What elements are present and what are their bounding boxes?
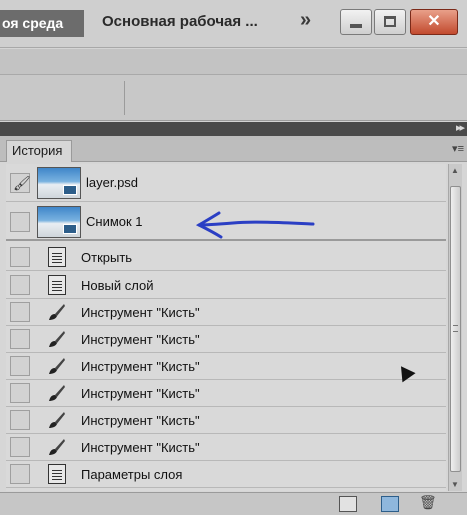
history-step-label: Инструмент "Кисть" [81,386,200,401]
history-source-checkbox[interactable] [10,383,30,403]
history-step-row[interactable]: Инструмент "Кисть" [6,326,446,353]
history-step-row[interactable]: Инструмент "Кисть" [6,353,446,380]
application-bar: оя среда Основная рабочая ... » ✕ [0,0,467,48]
snapshot-label: layer.psd [86,175,139,190]
workspace-title[interactable]: Основная рабочая ... [102,13,258,30]
history-source-checkbox[interactable] [10,212,30,232]
snapshot-thumbnail [37,167,81,199]
minimize-icon [350,24,362,28]
tab-history[interactable]: История [6,140,72,162]
history-source-checkbox[interactable] [10,247,30,267]
snapshot-thumbnail [37,206,81,238]
document-icon [48,275,66,295]
close-button[interactable]: ✕ [410,9,458,35]
scroll-up-icon[interactable]: ▲ [451,166,459,175]
panel-dock-header: ▸▸ [0,122,467,136]
history-step-label: Инструмент "Кисть" [81,413,200,428]
history-list: 🖌 layer.psd Снимок 1 Открыть Новый слой … [6,164,446,491]
history-source-checkbox[interactable] [10,464,30,484]
scroll-thumb[interactable] [450,186,461,472]
history-step-row[interactable]: Новый слой [6,272,446,299]
create-snapshot-icon[interactable] [381,496,399,512]
brush-icon [49,412,65,428]
brush-icon [49,358,65,374]
collapse-panels-icon[interactable]: ▸▸ [456,121,465,134]
history-step-row[interactable]: Инструмент "Кисть" [6,380,446,407]
options-bar [0,49,467,121]
document-icon [48,464,66,484]
history-scrollbar[interactable]: ▲ ▼ [448,164,462,491]
history-source-checkbox[interactable] [10,302,30,322]
history-source-checkbox[interactable] [10,437,30,457]
snapshot-label: Снимок 1 [86,214,143,229]
scroll-down-icon[interactable]: ▼ [451,480,459,489]
history-source-checkbox[interactable] [10,275,30,295]
brush-icon [49,331,65,347]
brush-icon [49,439,65,455]
overflow-chevron-icon[interactable]: » [300,9,311,32]
snapshot-row[interactable]: Снимок 1 [6,203,446,241]
maximize-icon [384,16,396,27]
history-step-label: Параметры слоя [81,467,183,482]
create-document-from-state-icon[interactable] [339,496,357,512]
brush-icon [49,385,65,401]
snapshot-row[interactable]: 🖌 layer.psd [6,164,446,202]
history-source-checkbox[interactable] [10,356,30,376]
minimize-button[interactable] [340,9,372,35]
options-divider [124,81,125,115]
history-step-row[interactable]: Открыть [6,244,446,271]
history-source-checkbox[interactable]: 🖌 [10,173,31,193]
history-panel: История ▾≡ 🖌 layer.psd Снимок 1 Открыть … [0,136,467,515]
history-step-label: Инструмент "Кисть" [81,440,200,455]
history-step-label: Инструмент "Кисть" [81,305,200,320]
history-step-row[interactable]: Инструмент "Кисть" [6,434,446,461]
trash-icon[interactable]: 🗑 [419,494,437,510]
maximize-button[interactable] [374,9,406,35]
history-step-row[interactable]: Инструмент "Кисть" [6,407,446,434]
panel-tab-row: История ▾≡ [0,136,467,162]
history-step-label: Инструмент "Кисть" [81,332,200,347]
history-source-checkbox[interactable] [10,329,30,349]
workspace-button[interactable]: оя среда [0,10,84,37]
document-icon [48,247,66,267]
brush-icon [49,304,65,320]
history-step-row[interactable]: Параметры слоя [6,461,446,488]
history-step-row[interactable]: Инструмент "Кисть" [6,299,446,326]
close-icon: ✕ [427,13,441,30]
history-step-label: Новый слой [81,278,154,293]
panel-menu-icon[interactable]: ▾≡ [452,142,464,155]
history-brush-source-icon: 🖌 [13,175,31,191]
history-step-label: Открыть [81,250,133,265]
history-step-label: Инструмент "Кисть" [81,359,200,374]
history-panel-footer: 🗑 [0,492,467,515]
history-source-checkbox[interactable] [10,410,30,430]
options-strip [0,49,467,75]
